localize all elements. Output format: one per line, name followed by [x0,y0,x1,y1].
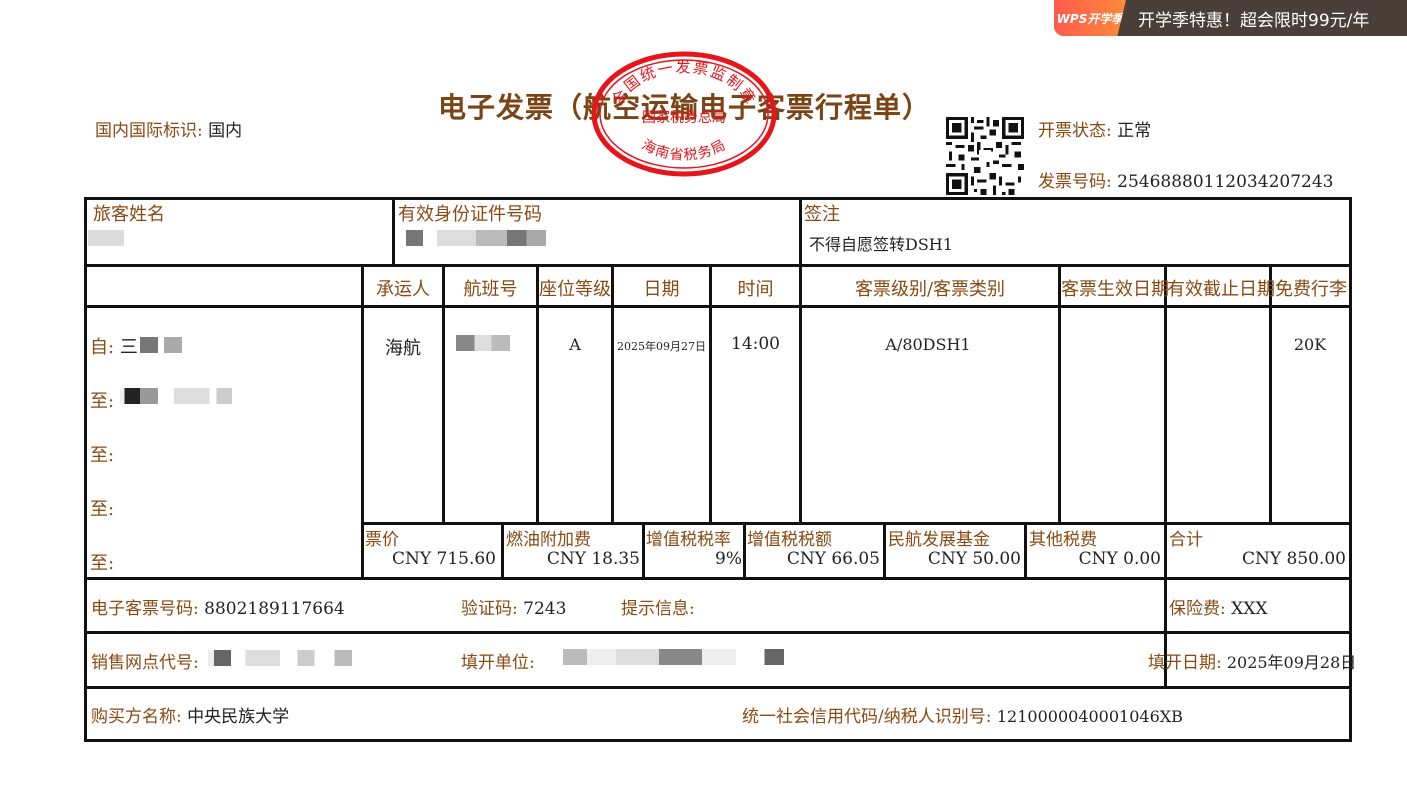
route-to-label-2: 至: [90,445,115,466]
header-seat-class: 座位等级 [539,279,611,300]
route-to-label-1: 至: [90,391,115,412]
baggage-value: 20K [1293,335,1327,354]
route-to-label-3: 至: [90,499,115,520]
endorsement-label: 签注 [804,204,840,225]
vat-rate-label: 增值税税率 [646,530,731,550]
header-time: 时间 [737,279,774,300]
total-value: CNY 850.00 [1242,549,1346,569]
endorsement-value: 不得自愿签转DSH1 [809,235,953,254]
redacted-flight-number [456,335,510,351]
status-value: 正常 [1117,121,1152,141]
verification-value: 7243 [523,599,567,619]
redacted-passenger-name [88,230,124,246]
header-valid-to: 有效截止日期 [1167,279,1275,300]
flight-time-value: 14:00 [731,334,780,354]
domestic-value: 国内 [208,121,243,141]
fare-basis-value: A/80DSH1 [885,335,971,354]
total-label: 合计 [1169,530,1203,550]
fare-value: CNY 715.60 [392,549,496,569]
header-flight-number: 航班号 [463,279,518,300]
passenger-name-label: 旅客姓名 [93,204,165,225]
promo-banner[interactable]: WPS开学季 开学季特惠！超会限时99元/年 [1054,0,1407,36]
redacted-from-airport [140,337,200,353]
qr-code [946,117,1024,195]
route-from-city: 三 [119,337,138,358]
issue-date-value: 2025年09月28日 [1226,653,1357,672]
buyer-name-value: 中央民族大学 [187,707,290,727]
promo-text[interactable]: 开学季特惠！超会限时99元/年 [1138,6,1369,31]
flight-date-value: 2025年09月27日 [617,340,706,353]
header-valid-from: 客票生效日期 [1061,279,1169,300]
invoice-number-value: 25468880112034207243 [1117,172,1334,192]
route-from-label: 自: [90,337,115,358]
header-fare-basis: 客票级别/客票类别 [854,279,1006,300]
id-number-label: 有效身份证件号码 [398,204,542,225]
header-carrier: 承运人 [376,279,430,300]
tax-id-label: 统一社会信用代码/纳税人识别号: [742,707,992,727]
redacted-agent-code [208,650,352,666]
stamp-bottom-text: 海南省税务局 [639,137,728,164]
issue-date-label: 填开日期: [1148,653,1222,673]
other-tax-label: 其他税费 [1029,530,1097,550]
domestic-label: 国内国际标识: [95,121,203,141]
vat-amount-label: 增值税税额 [747,530,832,550]
fuel-surcharge-label: 燃油附加费 [506,530,591,550]
other-tax-value: CNY 0.00 [1078,549,1161,569]
vat-rate-value: 9% [715,549,742,569]
eticket-label: 电子客票号码: [91,599,199,619]
invoice-number-label: 发票号码: [1038,172,1112,192]
buyer-name-label: 购买方名称: [91,707,182,727]
insurance-value: XXX [1231,599,1268,619]
agent-code-label: 销售网点代号: [91,653,199,673]
redacted-issuer [563,649,803,665]
fuel-surcharge-value: CNY 18.35 [546,549,640,569]
svg-text:海南省税务局: 海南省税务局 [639,137,729,164]
eticket-value: 8802189117664 [204,599,345,619]
caac-fund-value: CNY 50.00 [927,549,1021,569]
seat-class-value: A [569,335,581,354]
tax-id-value: 1210000040001046XB [996,707,1183,726]
header-date: 日期 [643,279,680,300]
caac-fund-label: 民航发展基金 [888,530,990,550]
insurance-label: 保险费: [1169,599,1226,619]
header-baggage: 免费行李 [1275,279,1347,300]
tax-seal-stamp: 全国统一发票监制章 国家税务总局 海南省税务局 [591,51,777,177]
verification-label: 验证码: [461,599,518,619]
redacted-id-number [406,230,546,246]
vat-amount-value: CNY 66.05 [786,549,880,569]
carrier-value: 海航 [385,338,421,359]
route-to-label-4: 至: [90,553,115,574]
status-label: 开票状态: [1038,121,1112,141]
issuer-label: 填开单位: [461,653,535,673]
wps-logo: WPS开学季 [1054,0,1126,36]
redacted-to-airport [120,388,232,404]
hint-label: 提示信息: [621,599,695,619]
fare-label: 票价 [365,530,399,550]
stamp-middle-text: 国家税务总局 [642,109,726,126]
